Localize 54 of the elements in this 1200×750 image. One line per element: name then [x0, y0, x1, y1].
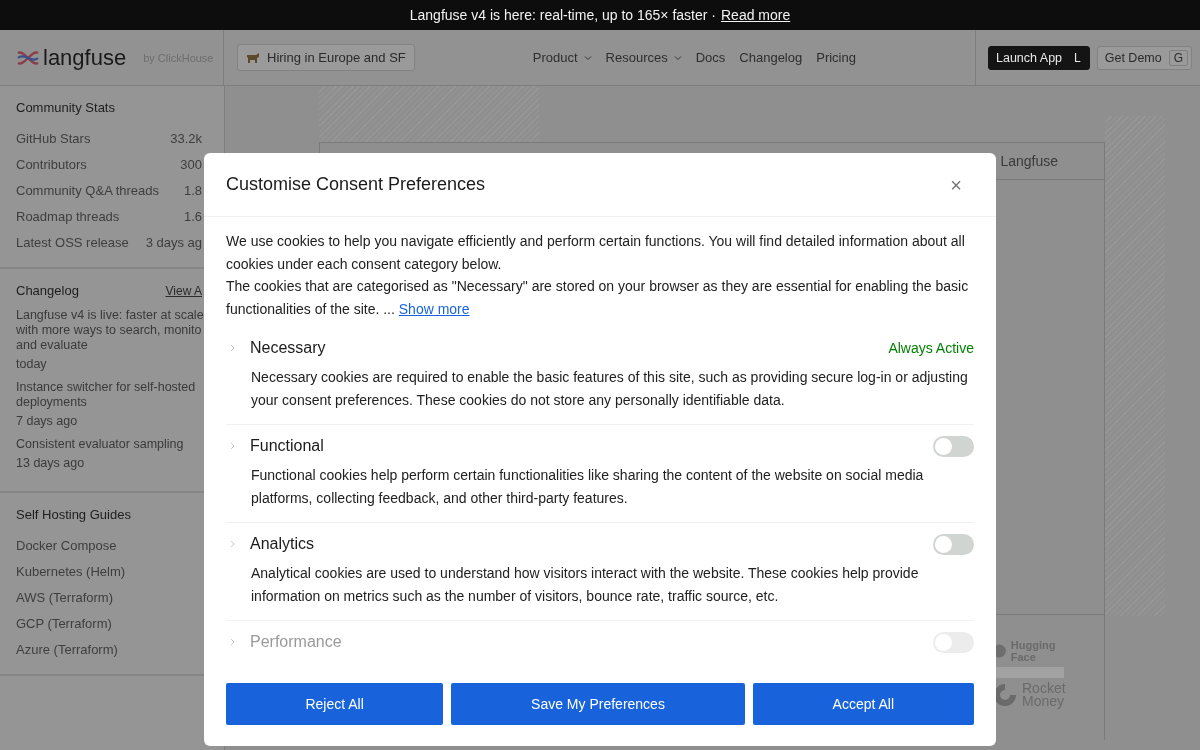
- save-preferences-button[interactable]: Save My Preferences: [451, 683, 745, 725]
- nav-link[interactable]: Changelog: [739, 50, 803, 65]
- category-title[interactable]: Performance: [250, 633, 933, 651]
- category-description: Functional cookies help perform certain functionalities like sharing the content of the website on social media platforms, collecting feedback, and other third-party features.: [251, 466, 925, 508]
- launch-app-button[interactable]: Launch App L: [988, 45, 1090, 70]
- tab-label[interactable]: Langfuse: [1000, 153, 1058, 169]
- changelog-entry[interactable]: Instance switcher for self-hosted deployments: [16, 380, 206, 410]
- stat-value: 1.6: [183, 208, 202, 224]
- intro-text: The cookies that are categorised as "Necessary" are stored on your browser as they are essential for enabling the basic functionalities of the site. ... Show more: [226, 277, 970, 319]
- stat-value: 1.8: [183, 182, 202, 198]
- show-more-link[interactable]: Show more: [398, 300, 470, 317]
- guide-link[interactable]: Kubernetes (Helm): [16, 558, 202, 584]
- intro-text: We use cookies to help you navigate efficiently and perform certain functions. You will find detailed information about all cookies under each consent category below.: [226, 232, 966, 274]
- close-button[interactable]: ×: [950, 174, 962, 195]
- logo-wordmark[interactable]: langfuse: [43, 44, 127, 71]
- section-title: Changelog: [16, 283, 79, 298]
- nav-link[interactable]: Pricing: [816, 50, 856, 65]
- category-title[interactable]: Functional: [250, 437, 933, 455]
- banner-text: Langfuse v4 is here: real-time, up to 165× faster ·: [409, 7, 716, 23]
- category-description: Necessary cookies are required to enable the basic features of this site, such as providing secure log-in or adjusting your consent preferences. These cookies do not store any personally identifiable data.: [251, 368, 969, 410]
- entry-date: 7 days ago: [16, 414, 79, 428]
- nav-link[interactable]: Product: [532, 50, 592, 65]
- entry-date: today: [16, 357, 48, 371]
- view-all-link[interactable]: View A: [165, 284, 202, 298]
- changelog-entry[interactable]: Consistent evaluator sampling: [16, 437, 206, 452]
- guide-link[interactable]: AWS (Terraform): [16, 584, 202, 610]
- stat-value: 3 days ag: [145, 234, 202, 250]
- read-more-link[interactable]: Read more: [721, 7, 791, 23]
- dialog-title: Customise Consent Preferences: [226, 174, 486, 195]
- accept-all-button[interactable]: Accept All: [752, 683, 974, 725]
- nav-link[interactable]: Resources: [605, 50, 682, 65]
- hiring-button[interactable]: Hiring in Europe and SF: [237, 44, 415, 71]
- entry-date: 13 days ago: [16, 456, 86, 470]
- stat-label: Latest OSS release: [16, 234, 129, 250]
- category-description: Analytical cookies are used to understand how visitors interact with the website. These cookies help provide information on metrics such as the number of visitors, bounce rate, traffic source, etc.: [251, 564, 920, 606]
- changelog-entry[interactable]: Langfuse v4 is live: faster at scale with more ways to search, monito and evaluate: [16, 308, 206, 353]
- category-title[interactable]: Analytics: [250, 535, 933, 553]
- stat-label: Community Q&A threads: [16, 182, 160, 198]
- get-demo-button[interactable]: Get Demo G: [1096, 45, 1193, 70]
- stat-label: Roadmap threads: [16, 208, 120, 224]
- always-active-label: Always Active: [888, 340, 974, 356]
- shortcut-key: G: [1168, 49, 1189, 66]
- guide-link[interactable]: Azure (Terraform): [16, 636, 202, 662]
- stat-label: GitHub Stars: [16, 130, 91, 146]
- category-title[interactable]: Necessary: [250, 339, 889, 357]
- guide-link[interactable]: Docker Compose: [16, 532, 202, 558]
- stat-value: 300: [180, 156, 202, 172]
- section-title: Self Hosting Guides: [16, 507, 132, 522]
- reject-all-button[interactable]: Reject All: [226, 683, 444, 725]
- section-title: Community Stats: [16, 100, 116, 115]
- nav-link[interactable]: Docs: [695, 50, 726, 65]
- stat-label: Contributors: [16, 156, 87, 172]
- stat-value: 33.2k: [170, 130, 202, 146]
- guide-link[interactable]: GCP (Terraform): [16, 610, 202, 636]
